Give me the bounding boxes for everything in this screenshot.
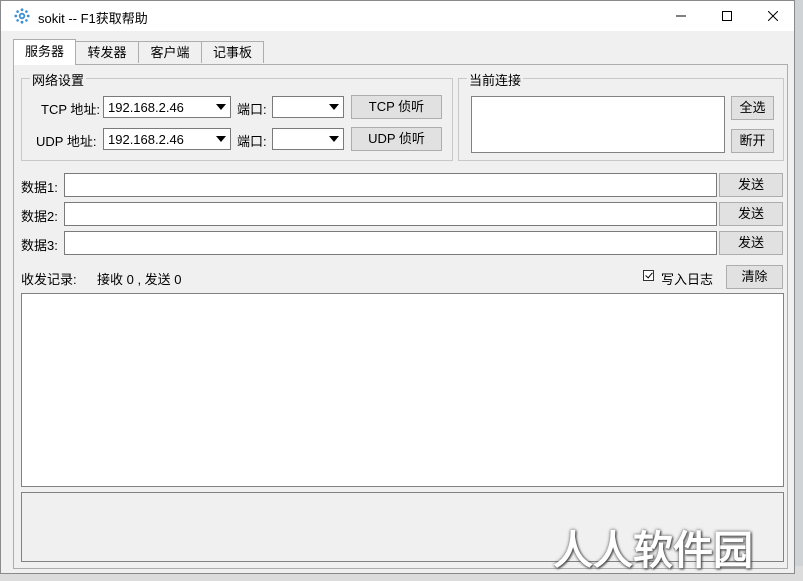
watermark-logo: 人人软件园 xyxy=(553,528,753,574)
log-label: 收发记录: xyxy=(21,272,77,287)
udp-address-label: UDP 地址: xyxy=(36,134,97,149)
send1-button[interactable]: 发送 xyxy=(719,173,783,197)
network-settings-title: 网络设置 xyxy=(30,70,87,89)
connections-list[interactable] xyxy=(471,96,725,153)
disconnect-button[interactable]: 断开 xyxy=(731,129,774,153)
tcp-address-label: TCP 地址: xyxy=(41,102,100,117)
data1-input[interactable] xyxy=(64,173,717,197)
tab-forwarder[interactable]: 转发器 xyxy=(75,41,139,63)
minimize-button[interactable] xyxy=(658,1,704,31)
current-connections-group: 当前连接 全选 断开 xyxy=(458,70,784,161)
udp-port-combo[interactable] xyxy=(272,128,344,150)
send2-button[interactable]: 发送 xyxy=(719,202,783,226)
udp-listen-button[interactable]: UDP 侦听 xyxy=(351,127,442,151)
app-window: sokit -- F1获取帮助 服务器 转发器 客户端 记事板 网络设置 TCP… xyxy=(0,0,795,574)
network-settings-group: 网络设置 TCP 地址: 192.168.2.46 端口: TCP 侦听 UDP… xyxy=(21,70,453,161)
chevron-down-icon xyxy=(329,104,339,110)
title-bar[interactable]: sokit -- F1获取帮助 xyxy=(1,1,794,31)
data2-label: 数据2: xyxy=(21,209,58,224)
udp-port-label: 端口: xyxy=(237,134,267,149)
chevron-down-icon xyxy=(216,104,226,110)
close-icon xyxy=(768,11,778,21)
chevron-down-icon xyxy=(329,136,339,142)
tab-client[interactable]: 客户端 xyxy=(138,41,202,63)
maximize-icon xyxy=(722,11,732,21)
tcp-address-combo[interactable]: 192.168.2.46 xyxy=(103,96,231,118)
clear-button[interactable]: 清除 xyxy=(726,265,783,289)
write-log-checkbox[interactable] xyxy=(643,270,654,281)
close-button[interactable] xyxy=(750,1,796,31)
select-all-button[interactable]: 全选 xyxy=(731,96,774,120)
udp-address-value: 192.168.2.46 xyxy=(108,132,184,147)
current-connections-title: 当前连接 xyxy=(467,70,524,89)
maximize-button[interactable] xyxy=(704,1,750,31)
tcp-port-combo[interactable] xyxy=(272,96,344,118)
data1-label: 数据1: xyxy=(21,180,58,195)
server-tab-page: 网络设置 TCP 地址: 192.168.2.46 端口: TCP 侦听 UDP… xyxy=(13,64,788,569)
tcp-port-label: 端口: xyxy=(237,102,267,117)
data3-label: 数据3: xyxy=(21,238,58,253)
data3-input[interactable] xyxy=(64,231,717,255)
log-stats: 接收 0 , 发送 0 xyxy=(97,272,182,287)
tcp-address-value: 192.168.2.46 xyxy=(108,100,184,115)
tab-notepad[interactable]: 记事板 xyxy=(201,41,264,63)
send3-button[interactable]: 发送 xyxy=(719,231,783,255)
window-title: sokit -- F1获取帮助 xyxy=(38,11,148,26)
gear-icon xyxy=(14,8,30,24)
tab-server[interactable]: 服务器 xyxy=(13,39,76,65)
log-textarea[interactable] xyxy=(21,293,784,487)
tcp-listen-button[interactable]: TCP 侦听 xyxy=(351,95,442,119)
data2-input[interactable] xyxy=(64,202,717,226)
udp-address-combo[interactable]: 192.168.2.46 xyxy=(103,128,231,150)
minimize-icon xyxy=(676,15,686,17)
write-log-label[interactable]: 写入日志 xyxy=(661,269,713,288)
chevron-down-icon xyxy=(216,136,226,142)
